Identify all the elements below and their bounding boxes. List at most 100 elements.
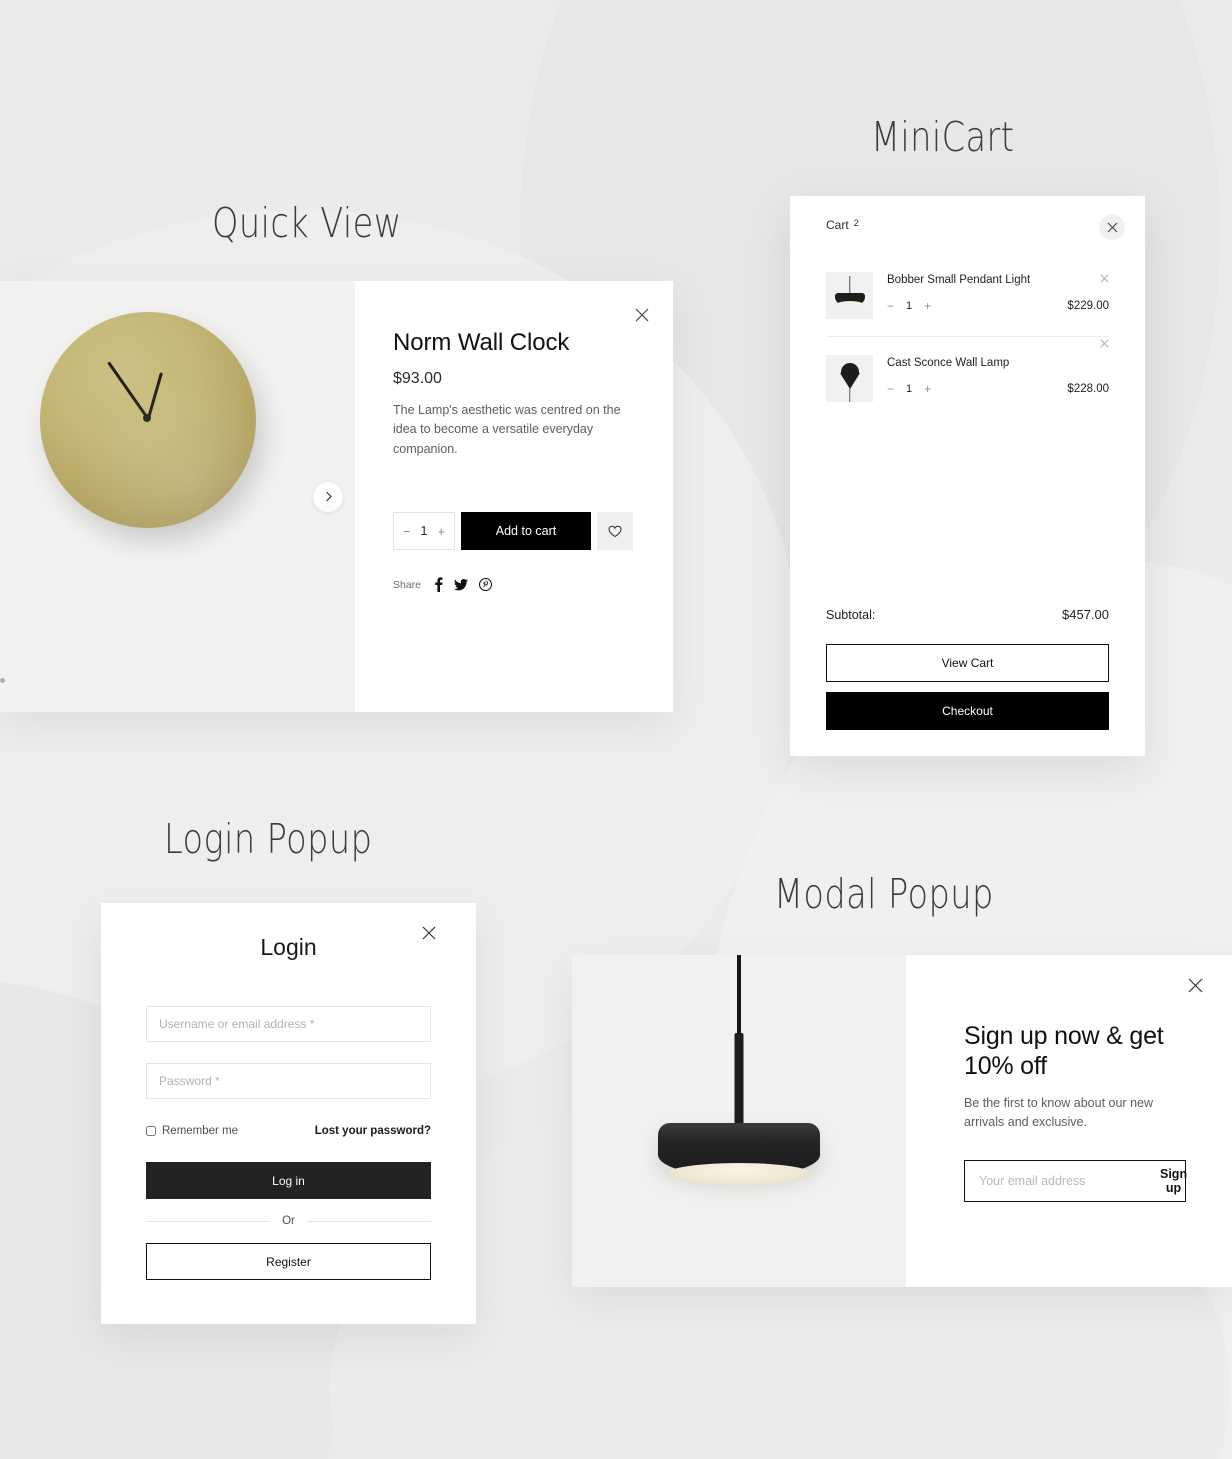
register-button[interactable]: Register [146,1243,431,1280]
quantity-decrease-button[interactable]: − [887,300,894,312]
product-description: The Lamp's aesthetic was centred on the … [393,403,621,456]
sign-up-button[interactable]: Sign up [1154,1167,1203,1195]
modal-popup-panel: Sign up now & get 10% off Be the first t… [572,955,1232,1287]
modal-heading: Sign up now & get 10% off [964,1022,1164,1080]
mini-cart-close-button[interactable] [1099,214,1125,240]
chevron-right-icon [323,491,334,502]
mini-cart-item-list: Bobber Small Pendant Light − 1 + $229.00 [826,272,1109,419]
pinterest-icon[interactable] [479,578,493,592]
wishlist-button[interactable] [597,512,633,551]
cart-item-quantity-stepper[interactable]: − 1 + [887,300,931,312]
product-price: $93.00 [393,370,442,387]
login-options-row: Remember me Lost your password? [146,1125,431,1137]
mini-cart-title: Cart [826,218,849,232]
quantity-value: 1 [906,300,913,312]
login-popup-panel: Login Remember me Lost your password? Lo… [101,903,476,1324]
login-close-button[interactable] [422,920,448,946]
quick-view-actions: − 1 + Add to cart [393,512,633,551]
clock-center-pin [143,414,151,422]
remember-me-checkbox[interactable] [146,1126,156,1136]
share-row: Share [393,577,633,593]
modal-content: Sign up now & get 10% off Be the first t… [906,955,1232,1287]
modal-image-area [572,955,906,1287]
or-label: Or [282,1215,295,1227]
cart-item-thumbnail[interactable] [826,272,873,319]
section-caption-modal-popup: Modal Popup [774,870,994,918]
pendant-glow [837,301,862,306]
mini-cart-footer: Subtotal: $457.00 View Cart Checkout [826,607,1109,756]
view-cart-button[interactable]: View Cart [826,644,1109,682]
quick-view-image-area [0,281,355,712]
username-field[interactable] [146,1006,431,1042]
cart-item: Cast Sconce Wall Lamp − 1 + $228.00 [826,336,1109,419]
sconce-rod [848,388,851,402]
share-label: Share [393,578,422,591]
cart-item-remove-button[interactable] [1100,274,1109,283]
quick-view-details: Norm Wall Clock $93.00 The Lamp's aesthe… [355,281,673,712]
gallery-next-button[interactable] [313,481,343,512]
cart-item-row: − 1 + $229.00 [887,300,1109,312]
product-image-wall-clock [40,312,256,528]
mini-cart-panel: Cart 2 Bobber Small Pendant Light − 1 + … [790,196,1145,756]
quantity-value: 1 [906,383,913,395]
cart-item-name[interactable]: Cast Sconce Wall Lamp [887,357,1109,369]
pendant-cord [848,276,851,293]
cart-item-quantity-stepper[interactable]: − 1 + [887,383,931,395]
quantity-increase-button[interactable]: + [924,383,931,395]
clock-hour-hand [147,372,163,419]
newsletter-form: Sign up [964,1159,1187,1202]
log-in-button[interactable]: Log in [146,1162,431,1199]
section-caption-login-popup: Login Popup [164,815,373,863]
checkout-button[interactable]: Checkout [826,692,1109,730]
email-field[interactable] [965,1173,1154,1188]
close-icon [1100,339,1109,348]
subtotal-value: $457.00 [1062,607,1109,622]
cart-item-name[interactable]: Bobber Small Pendant Light [887,274,1109,286]
modal-close-button[interactable] [1188,972,1214,998]
twitter-icon[interactable] [454,578,469,591]
close-icon [1107,222,1118,233]
quantity-stepper[interactable]: − 1 + [393,512,455,551]
close-icon [1188,978,1214,993]
quick-view-close-button[interactable] [629,302,655,328]
quantity-value: 1 [420,524,428,539]
lamp-diffuser [666,1163,812,1185]
lost-password-link[interactable]: Lost your password? [315,1125,431,1137]
quantity-increase-button[interactable]: + [924,300,931,312]
heart-icon [608,525,622,538]
cart-item-row: − 1 + $228.00 [887,383,1109,395]
subtotal-label: Subtotal: [826,608,876,622]
close-icon [635,308,649,322]
password-field[interactable] [146,1063,431,1099]
mini-cart-count-badge: 2 [853,218,859,229]
quantity-decrease-button[interactable]: − [887,383,894,395]
lamp-stem [734,1033,744,1128]
subtotal-row: Subtotal: $457.00 [826,607,1109,622]
cart-item-remove-button[interactable] [1100,339,1109,348]
facebook-icon[interactable] [434,577,443,593]
login-title: Login [260,934,317,960]
cart-item-price: $229.00 [1067,300,1109,312]
cart-item: Bobber Small Pendant Light − 1 + $229.00 [826,272,1109,336]
mini-cart-header: Cart 2 [826,196,1125,254]
quantity-decrease-button[interactable]: − [403,525,411,538]
quick-view-panel: Norm Wall Clock $93.00 The Lamp's aesthe… [0,281,673,712]
cart-item-body: Bobber Small Pendant Light − 1 + $229.00 [887,272,1109,319]
product-title: Norm Wall Clock [393,329,570,356]
gallery-dots[interactable] [0,678,5,683]
close-icon [1100,274,1109,283]
remember-me-control[interactable]: Remember me [146,1125,238,1137]
quantity-increase-button[interactable]: + [437,525,445,538]
cart-item-price: $228.00 [1067,383,1109,395]
or-divider: Or [146,1215,431,1227]
gallery-dot[interactable] [0,678,5,683]
clock-minute-hand [107,361,149,419]
cart-item-thumbnail[interactable] [826,355,873,402]
modal-subtext: Be the first to know about our new arriv… [964,1096,1153,1130]
remember-me-label: Remember me [162,1125,239,1137]
cart-item-body: Cast Sconce Wall Lamp − 1 + $228.00 [887,355,1109,402]
section-caption-quick-view: Quick View [212,199,402,247]
section-caption-mini-cart: MiniCart [871,113,1015,161]
add-to-cart-button[interactable]: Add to cart [461,512,591,551]
sconce-cone [839,373,860,389]
